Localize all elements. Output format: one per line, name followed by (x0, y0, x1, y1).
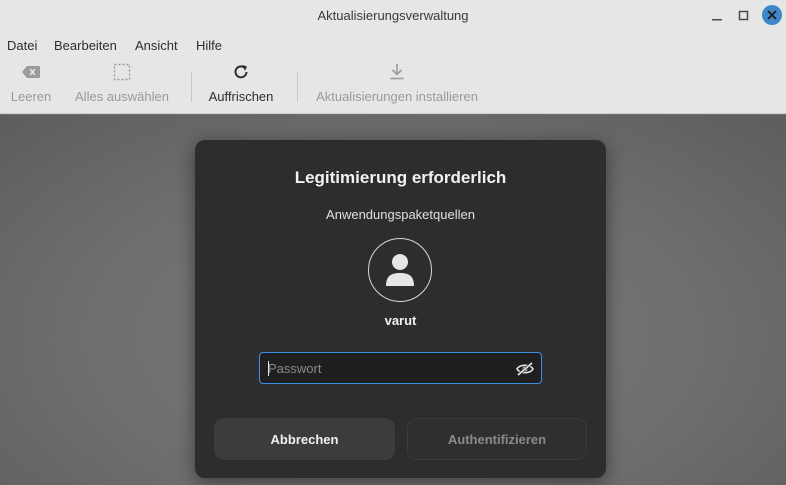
install-updates-label: Aktualisierungen installieren (316, 89, 478, 104)
refresh-icon (232, 58, 250, 86)
dialog-subtitle: Anwendungspaketquellen (326, 207, 475, 222)
window-title: Aktualisierungsverwaltung (317, 8, 469, 23)
toolbar: Leeren Alles auswählen Auffrischen Aktua… (0, 58, 786, 114)
menu-bearbeiten[interactable]: Bearbeiten (54, 38, 117, 53)
minimize-icon (712, 19, 722, 21)
text-cursor (268, 361, 269, 376)
toolbar-separator (191, 72, 192, 102)
authentication-dialog: Legitimierung erforderlich Anwendungspak… (195, 140, 606, 478)
install-updates-button[interactable]: Aktualisierungen installieren (312, 58, 482, 114)
clear-label: Leeren (10, 89, 52, 104)
avatar (368, 238, 432, 302)
close-button[interactable] (762, 5, 782, 25)
download-icon (389, 58, 405, 86)
menu-bar: Datei Bearbeiten Ansicht Hilfe (0, 32, 786, 58)
maximize-icon (738, 10, 749, 21)
menu-ansicht[interactable]: Ansicht (135, 38, 178, 53)
close-icon (767, 10, 777, 20)
username-label: varut (384, 313, 417, 328)
cancel-button[interactable]: Abbrechen (214, 418, 395, 460)
authenticate-button[interactable]: Authentifizieren (407, 418, 587, 460)
refresh-label: Auffrischen (208, 89, 274, 104)
select-all-icon (113, 58, 131, 86)
toolbar-separator (297, 72, 298, 102)
title-bar: Aktualisierungsverwaltung (0, 0, 786, 32)
select-all-button[interactable]: Alles auswählen (74, 58, 170, 114)
maximize-button[interactable] (734, 6, 754, 26)
menu-hilfe[interactable]: Hilfe (196, 38, 222, 53)
backspace-icon (21, 58, 41, 86)
toggle-visibility-button[interactable] (515, 359, 535, 379)
minimize-button[interactable] (707, 6, 727, 26)
user-icon (386, 254, 414, 286)
password-input[interactable] (260, 353, 510, 383)
eye-hidden-icon (516, 362, 534, 376)
clear-button[interactable]: Leeren (10, 58, 52, 114)
dialog-title: Legitimierung erforderlich (294, 168, 507, 187)
refresh-button[interactable]: Auffrischen (206, 58, 276, 114)
select-all-label: Alles auswählen (75, 89, 169, 104)
password-field[interactable] (259, 352, 542, 384)
menu-datei[interactable]: Datei (7, 38, 37, 53)
